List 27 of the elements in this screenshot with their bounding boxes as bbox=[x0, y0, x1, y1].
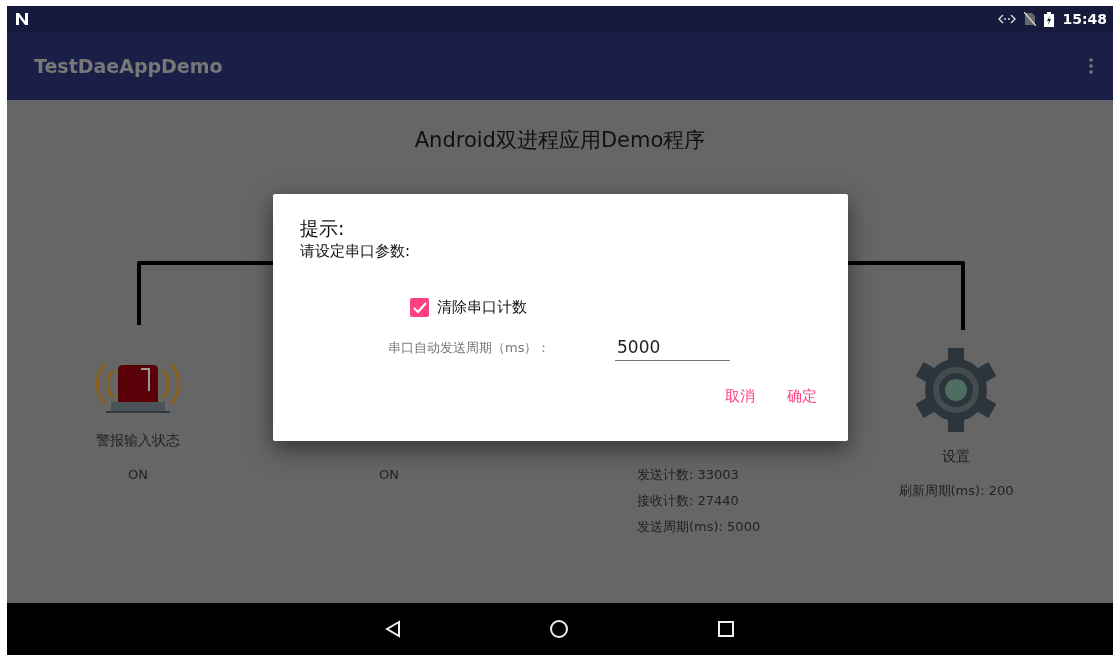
status-value: 刷新周期(ms): 200 bbox=[898, 482, 1014, 500]
checkbox-label: 清除串口计数 bbox=[437, 298, 527, 317]
gear-icon bbox=[914, 348, 998, 432]
dialog-title: 提示: bbox=[300, 216, 346, 240]
status-value: 发送计数: 33003 bbox=[637, 466, 739, 484]
panel-label: 设置 bbox=[942, 447, 970, 466]
status-value: 发送周期(ms): 5000 bbox=[637, 518, 761, 536]
dialog-message: 请设定串口参数: bbox=[300, 241, 412, 262]
battery-icon bbox=[1044, 11, 1055, 27]
status-time: 15:48 bbox=[1062, 11, 1107, 27]
app-title: TestDaeAppDemo bbox=[34, 55, 224, 77]
no-sim-icon bbox=[1024, 12, 1037, 26]
status-value: ON bbox=[128, 466, 148, 484]
page-title: Android双进程应用Demo程序 bbox=[414, 127, 706, 154]
home-icon[interactable] bbox=[549, 619, 569, 639]
panel-label: 警报输入状态 bbox=[96, 431, 180, 450]
status-value: 接收计数: 27440 bbox=[637, 492, 739, 510]
dialog-button[interactable]: 取消 bbox=[720, 383, 760, 410]
checkbox[interactable] bbox=[410, 298, 429, 317]
data-arrows-icon bbox=[998, 13, 1017, 25]
recents-icon[interactable] bbox=[717, 620, 735, 638]
field-label: 串口自动发送周期（ms）： bbox=[388, 339, 552, 357]
dialog-button[interactable]: 确定 bbox=[782, 383, 822, 410]
overflow-menu-icon[interactable] bbox=[1089, 58, 1093, 74]
notification-icon bbox=[15, 12, 29, 26]
status-value: ON bbox=[379, 466, 399, 484]
back-icon[interactable] bbox=[385, 620, 401, 638]
